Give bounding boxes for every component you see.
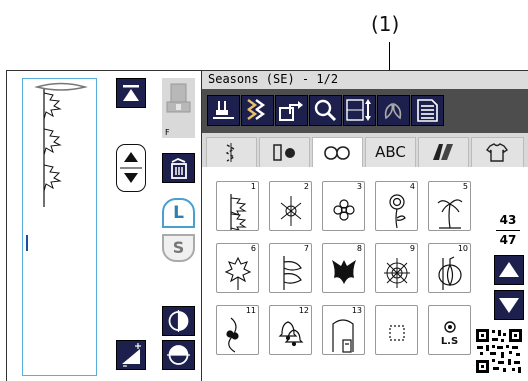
single-repeat-button[interactable] xyxy=(275,95,308,126)
shirt-icon xyxy=(485,143,509,162)
stitch-elongation-button[interactable] xyxy=(241,95,274,126)
width-l-button[interactable]: L xyxy=(162,198,195,228)
rose-icon xyxy=(389,194,406,229)
callout-label: (1) xyxy=(371,12,400,36)
tab-decorative[interactable] xyxy=(312,137,363,168)
holly-icon xyxy=(226,317,239,353)
arrow-down-icon xyxy=(499,298,519,313)
mirror-vertical-button[interactable] xyxy=(162,306,195,336)
qr-code-icon xyxy=(474,327,524,375)
arrow-up-icon xyxy=(499,262,519,277)
sewing-application-icon xyxy=(433,144,453,160)
screen-header: Seasons (SE) - 1/2 xyxy=(202,71,528,89)
magnifier-icon xyxy=(314,99,337,122)
needle-position-icon xyxy=(213,101,234,119)
pattern-cell-10[interactable]: 10 xyxy=(428,243,471,293)
pattern-cell-slot-14[interactable] xyxy=(375,305,418,355)
tab-stitch[interactable] xyxy=(206,137,257,167)
mirror-horizontal-button[interactable] xyxy=(162,340,195,370)
trash-icon xyxy=(171,158,187,179)
pattern-cell-1[interactable]: 1 xyxy=(216,181,259,231)
pattern-cell-11[interactable]: 11 xyxy=(216,305,259,355)
mirror-vertical-icon xyxy=(168,310,189,332)
move-to-top-button[interactable] xyxy=(116,78,146,108)
memory-list-button[interactable] xyxy=(411,95,444,126)
move-to-end-icon xyxy=(122,343,141,367)
stitch-preview-panel xyxy=(22,78,97,376)
memory-list-icon xyxy=(417,99,438,122)
small-flower-icon xyxy=(333,199,355,221)
flip-leaf-icon xyxy=(384,102,402,120)
bat-icon xyxy=(332,260,356,284)
pattern-cell-6[interactable]: 6 xyxy=(216,243,259,293)
pumpkin-icon xyxy=(438,256,462,290)
screen-title: Seasons (SE) - 1/2 xyxy=(208,72,339,86)
stitch-sewing-icon xyxy=(225,143,236,162)
lily-icon xyxy=(283,256,302,290)
stitch-elongation-icon xyxy=(247,99,266,120)
pattern-cell-12[interactable]: 12 xyxy=(269,305,312,355)
tab-garment[interactable] xyxy=(471,137,524,167)
undo-arrow-icon xyxy=(279,101,303,121)
frame-divider xyxy=(6,70,7,381)
maple-leaf-vine-icon xyxy=(230,194,247,230)
page-down-button[interactable] xyxy=(494,290,524,320)
ls-icon xyxy=(444,321,456,333)
snowflake-flower-icon xyxy=(280,196,302,226)
alphabet-font-icon xyxy=(273,144,295,161)
pattern-cell-3[interactable]: 3 xyxy=(322,181,365,231)
pattern-cell-2[interactable]: 2 xyxy=(269,181,312,231)
presser-foot-label: F xyxy=(165,128,170,137)
page-current: 43 xyxy=(499,213,517,227)
gift-house-icon xyxy=(332,319,354,353)
zoom-button[interactable] xyxy=(309,95,342,126)
pattern-cell-13[interactable]: 13 xyxy=(322,305,365,355)
pattern-cell-slot-15[interactable]: L.S xyxy=(428,305,471,355)
move-to-end-button[interactable] xyxy=(116,340,146,370)
pattern-cell-9[interactable]: 9 xyxy=(375,243,418,293)
maple-leaf-icon xyxy=(224,256,252,290)
cursor-updown-control xyxy=(116,144,146,192)
pattern-label: L.S xyxy=(440,336,459,347)
pattern-cell-8[interactable]: 8 xyxy=(322,243,365,293)
char-spacing-icon xyxy=(346,99,371,121)
page-divider xyxy=(496,230,520,231)
bells-icon xyxy=(278,321,304,347)
page-up-button[interactable] xyxy=(494,255,524,285)
pattern-cell-7[interactable]: 7 xyxy=(269,243,312,293)
tab-application[interactable] xyxy=(418,137,469,167)
pattern-cell-4[interactable]: 4 xyxy=(375,181,418,231)
character-spacing-button[interactable] xyxy=(343,95,376,126)
tab-alphabet[interactable] xyxy=(259,137,310,167)
flip-button[interactable] xyxy=(377,95,410,126)
needle-position-button[interactable] xyxy=(207,95,240,126)
move-to-top-icon xyxy=(123,85,139,101)
width-s-button[interactable]: S xyxy=(162,234,195,262)
cursor-arrows-icon xyxy=(120,152,142,183)
maple-leaf-preview-icon xyxy=(26,82,88,251)
presser-foot-icon xyxy=(166,83,191,113)
page-total: 47 xyxy=(499,233,517,247)
mirror-horizontal-icon xyxy=(167,345,190,365)
pattern-cell-5[interactable]: 5 xyxy=(428,181,471,231)
empty-slot xyxy=(389,325,405,341)
delete-button[interactable] xyxy=(162,153,195,183)
palm-tree-icon xyxy=(437,199,463,229)
spider-web-icon xyxy=(384,258,410,288)
tab-abc[interactable]: ABC xyxy=(365,137,416,167)
decorative-knot-icon xyxy=(324,146,350,160)
